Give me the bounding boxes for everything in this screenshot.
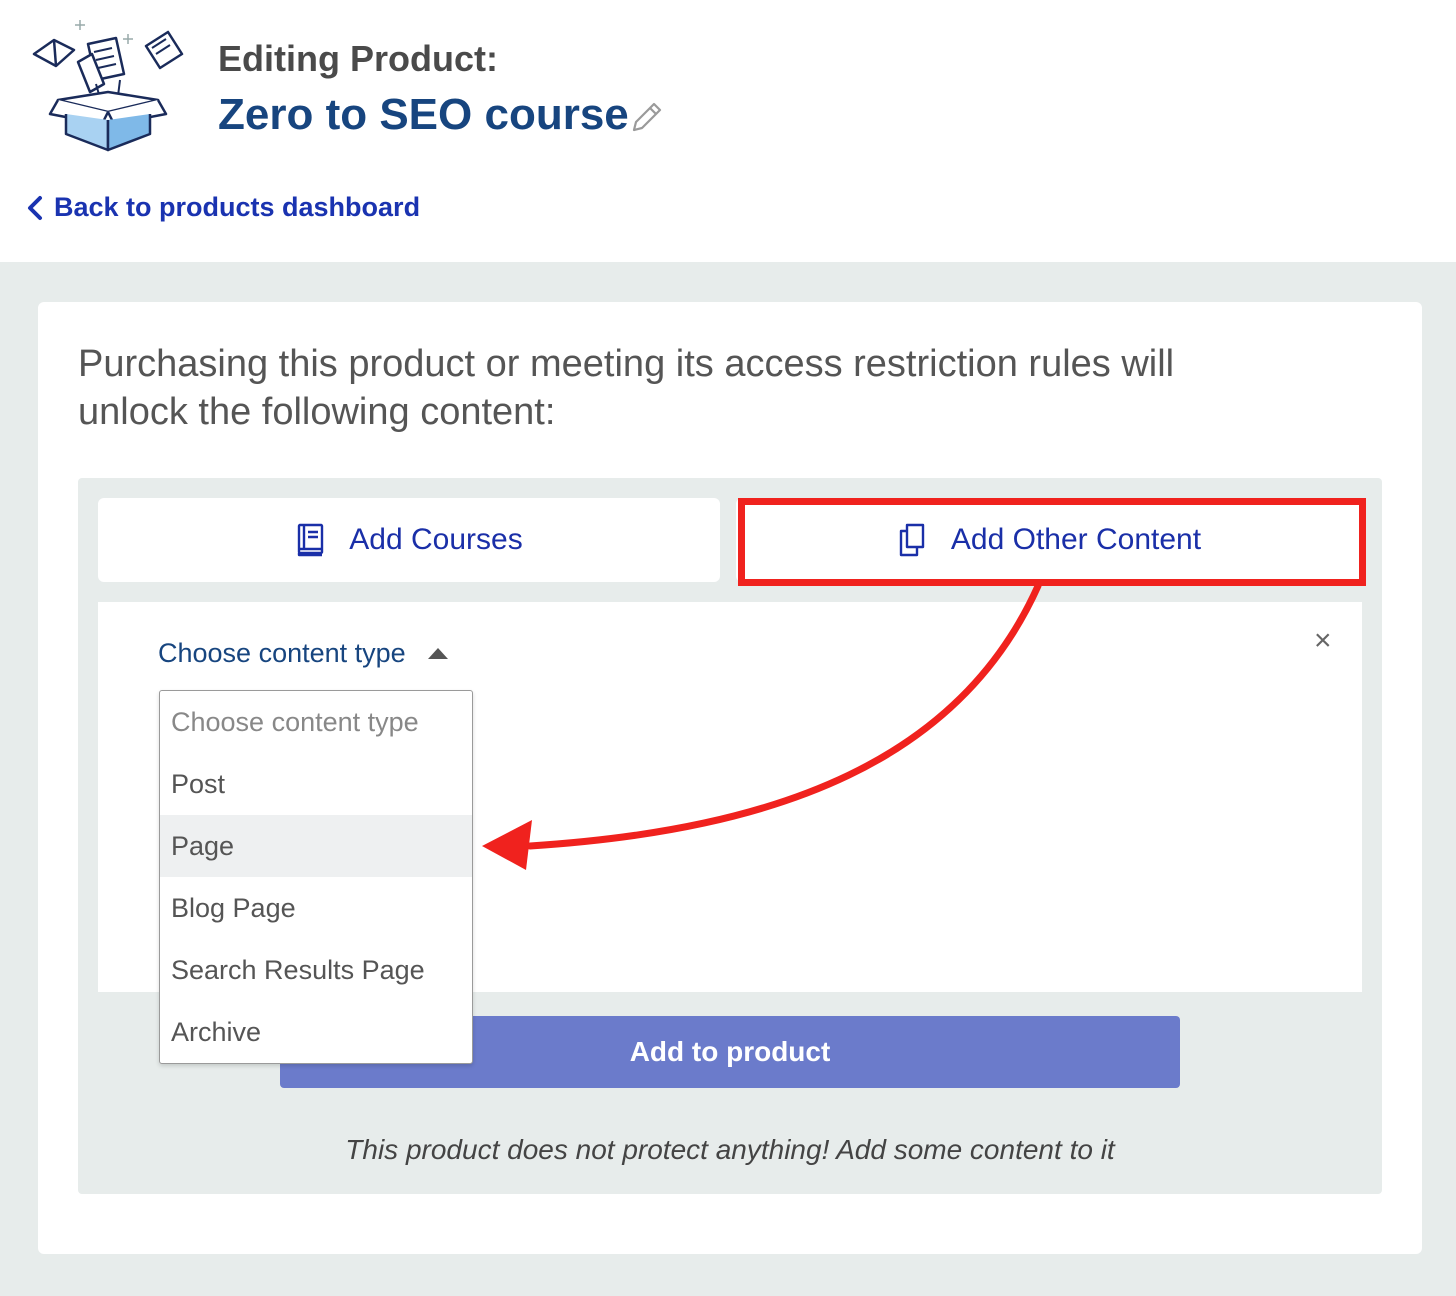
page-header: Editing Product: Zero to SEO course Back… (0, 0, 1456, 262)
product-box-logo-icon (32, 20, 184, 152)
content-type-select-label: Choose content type (158, 638, 406, 668)
documents-icon (899, 523, 925, 557)
book-icon (298, 523, 324, 557)
back-link-label: Back to products dashboard (54, 192, 421, 222)
intro-text: Purchasing this product or meeting its a… (78, 343, 1175, 433)
caret-up-icon (427, 648, 448, 659)
dropdown-option-page[interactable]: Page (160, 815, 472, 877)
product-title: Zero to SEO course (218, 90, 629, 139)
content-type-select[interactable]: Choose content type (158, 638, 448, 669)
dropdown-option-post[interactable]: Post (160, 753, 472, 815)
dropdown-option-search-results-page[interactable]: Search Results Page (160, 939, 472, 1001)
back-to-dashboard-link[interactable]: Back to products dashboard (26, 192, 420, 223)
dropdown-option-placeholder[interactable]: Choose content type (160, 691, 472, 753)
dropdown-option-blog-page[interactable]: Blog Page (160, 877, 472, 939)
dropdown-option-archive[interactable]: Archive (160, 1001, 472, 1063)
tab-add-other-content-label: Add Other Content (950, 523, 1202, 556)
close-icon[interactable]: × (1314, 626, 1332, 656)
tab-add-other-content[interactable]: Add Other Content (736, 498, 1362, 582)
empty-content-note: This product does not protect anything! … (345, 1134, 1115, 1165)
chevron-left-icon (28, 195, 42, 220)
editing-product-label: Editing Product: (218, 38, 498, 79)
tab-add-courses-label: Add Courses (349, 523, 523, 556)
pencil-edit-icon[interactable] (628, 98, 666, 136)
content-type-dropdown: Choose content type Post Page Blog Page … (159, 690, 473, 1064)
tab-add-courses[interactable]: Add Courses (98, 498, 720, 582)
